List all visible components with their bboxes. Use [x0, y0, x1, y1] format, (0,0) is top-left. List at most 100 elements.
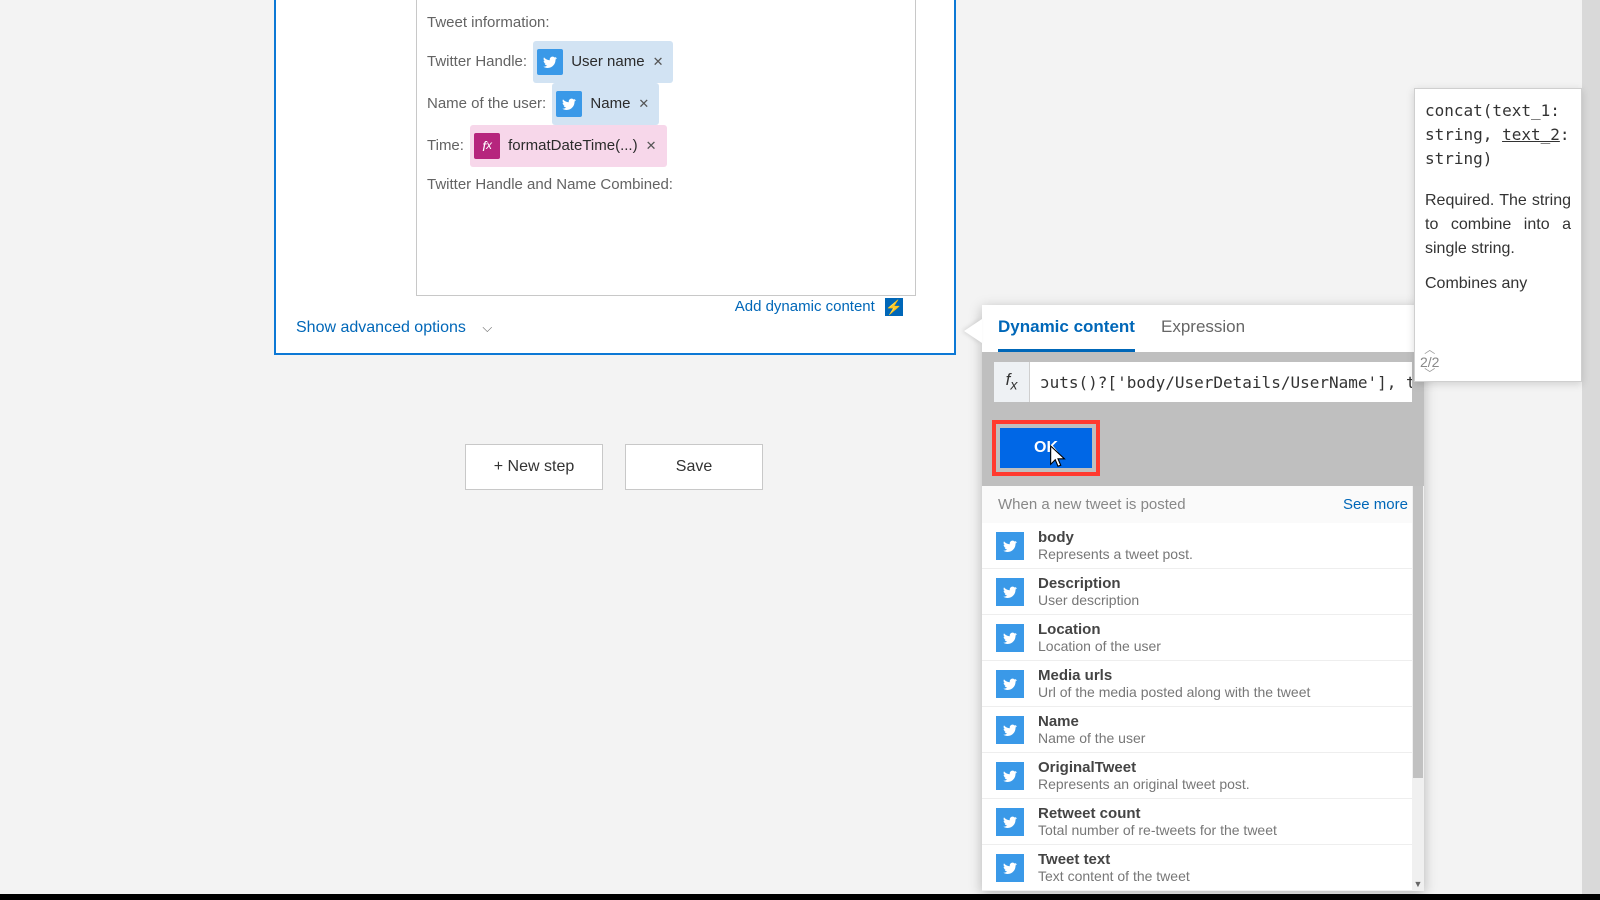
twitter-icon [996, 808, 1024, 836]
token-formatdatetime-label: formatDateTime(...) [508, 128, 637, 164]
twitter-icon [996, 670, 1024, 698]
lightning-icon: ⚡ [885, 298, 903, 316]
twitter-icon [537, 49, 563, 75]
show-advanced-options-label: Show advanced options [296, 319, 466, 336]
ok-button[interactable]: OK [1000, 428, 1092, 468]
dc-item-title: body [1038, 529, 1193, 546]
fx-icon: fx [994, 362, 1030, 402]
ok-button-label: OK [1034, 439, 1058, 457]
action-card: Tweet information: Twitter Handle: User … [274, 0, 956, 355]
twitter-icon [996, 716, 1024, 744]
fx-icon: fx [474, 133, 500, 159]
token-user-name-label: User name [571, 44, 644, 80]
dc-item-desc: User description [1038, 592, 1139, 608]
token-remove-icon[interactable]: ✕ [646, 128, 657, 164]
dc-tabs: Dynamic content Expression [982, 305, 1424, 352]
dc-item-title: OriginalTweet [1038, 759, 1250, 776]
dc-group-header: When a new tweet is posted See more [982, 486, 1424, 523]
tutorial-highlight: OK [992, 420, 1100, 476]
dc-item-desc: Represents an original tweet post. [1038, 776, 1250, 792]
dc-item-title: Tweet text [1038, 851, 1190, 868]
see-more-link[interactable]: See more [1343, 496, 1408, 513]
twitter-icon [996, 854, 1024, 882]
expression-input[interactable]: fx ɔuts()?['body/UserDetails/UserName'],… [994, 362, 1412, 402]
intellisense-tooltip: concat(text_1: string, text_2: string) R… [1414, 88, 1582, 382]
field-handle-label: Twitter Handle: [427, 53, 531, 70]
tab-dynamic-content[interactable]: Dynamic content [998, 317, 1135, 352]
dc-item[interactable]: Retweet countTotal number of re-tweets f… [982, 799, 1424, 845]
expression-input-text: ɔuts()?['body/UserDetails/UserName'], tr… [1030, 373, 1412, 392]
field-combined-label: Twitter Handle and Name Combined: [427, 176, 673, 193]
tab-expression[interactable]: Expression [1161, 317, 1245, 352]
token-formatdatetime[interactable]: fx formatDateTime(...) ✕ [470, 125, 666, 167]
token-remove-icon[interactable]: ✕ [638, 86, 649, 122]
twitter-icon [996, 578, 1024, 606]
dc-item[interactable]: LocationLocation of the user [982, 615, 1424, 661]
param-description: Required. The string to combine into a s… [1425, 189, 1571, 261]
dc-item[interactable]: bodyRepresents a tweet post. [982, 523, 1424, 569]
token-name-label: Name [590, 86, 630, 122]
dc-item-text: LocationLocation of the user [1038, 621, 1161, 654]
page-bottom-bar [0, 894, 1600, 900]
dc-item-title: Description [1038, 575, 1139, 592]
save-label: Save [676, 458, 712, 476]
add-dynamic-content-label: Add dynamic content [735, 298, 875, 315]
dc-item-desc: Location of the user [1038, 638, 1161, 654]
dc-item-desc: Total number of re-tweets for the tweet [1038, 822, 1277, 838]
new-step-button[interactable]: + New step [465, 444, 603, 490]
dc-item-text: Media urlsUrl of the media posted along … [1038, 667, 1310, 700]
twitter-icon [996, 624, 1024, 652]
twitter-icon [996, 532, 1024, 560]
message-body-textarea[interactable]: Tweet information: Twitter Handle: User … [416, 0, 916, 296]
new-step-label: + New step [494, 458, 574, 476]
twitter-icon [556, 91, 582, 117]
dc-item-text: bodyRepresents a tweet post. [1038, 529, 1193, 562]
token-remove-icon[interactable]: ✕ [653, 44, 664, 80]
dc-item[interactable]: Tweet textText content of the tweet [982, 845, 1424, 891]
scrollbar-thumb[interactable] [1413, 486, 1423, 778]
tab-dynamic-content-label: Dynamic content [998, 317, 1135, 336]
dc-group-title: When a new tweet is posted [998, 496, 1186, 513]
sig-current-param: text_2 [1502, 125, 1560, 144]
chevron-up-icon[interactable]: ︿ [1420, 346, 1439, 354]
page-right-gutter [1582, 0, 1600, 894]
dc-item-title: Retweet count [1038, 805, 1277, 822]
dc-item-text: DescriptionUser description [1038, 575, 1139, 608]
dc-item-desc: Represents a tweet post. [1038, 546, 1193, 562]
function-signature: concat(text_1: string, text_2: string) [1425, 99, 1571, 171]
dc-scrollbar[interactable]: ▲ ▼ [1412, 486, 1424, 891]
save-button[interactable]: Save [625, 444, 763, 490]
dc-results-list: When a new tweet is posted See more body… [982, 486, 1424, 891]
chevron-down-icon: ⌵ [482, 320, 492, 336]
dc-item[interactable]: DescriptionUser description [982, 569, 1424, 615]
dc-item-desc: Name of the user [1038, 730, 1145, 746]
dc-item-text: Retweet countTotal number of re-tweets f… [1038, 805, 1277, 838]
dc-item-desc: Url of the media posted along with the t… [1038, 684, 1310, 700]
dc-item[interactable]: NameName of the user [982, 707, 1424, 753]
chevron-down-icon[interactable]: ﹀ [1420, 370, 1439, 378]
tab-expression-label: Expression [1161, 317, 1245, 336]
dc-item-desc: Text content of the tweet [1038, 868, 1190, 884]
expression-editor-bar: fx ɔuts()?['body/UserDetails/UserName'],… [982, 352, 1424, 414]
dc-item-text: Tweet textText content of the tweet [1038, 851, 1190, 884]
footer-buttons: + New step Save [465, 444, 763, 490]
function-summary: Combines any [1425, 275, 1571, 293]
dc-item-title: Media urls [1038, 667, 1310, 684]
token-name[interactable]: Name ✕ [552, 83, 659, 125]
field-time-label: Time: [427, 137, 468, 154]
callout-arrow-icon [964, 319, 982, 343]
dc-item-text: NameName of the user [1038, 713, 1145, 746]
dc-item[interactable]: Media urlsUrl of the media posted along … [982, 661, 1424, 707]
dc-item-title: Name [1038, 713, 1145, 730]
dc-item-title: Location [1038, 621, 1161, 638]
field-name-label: Name of the user: [427, 95, 550, 112]
tweet-info-label: Tweet information: [427, 14, 550, 31]
dynamic-content-panel: Dynamic content Expression fx ɔuts()?['b… [982, 305, 1424, 891]
add-dynamic-content-link[interactable]: Add dynamic content ⚡ [735, 289, 903, 325]
dc-item-text: OriginalTweetRepresents an original twee… [1038, 759, 1250, 792]
token-user-name[interactable]: User name ✕ [533, 41, 673, 83]
dc-item[interactable]: OriginalTweetRepresents an original twee… [982, 753, 1424, 799]
overload-pager[interactable]: ︿ 2/2 ﹀ [1420, 346, 1439, 378]
twitter-icon [996, 762, 1024, 790]
scroll-down-icon[interactable]: ▼ [1412, 877, 1424, 891]
